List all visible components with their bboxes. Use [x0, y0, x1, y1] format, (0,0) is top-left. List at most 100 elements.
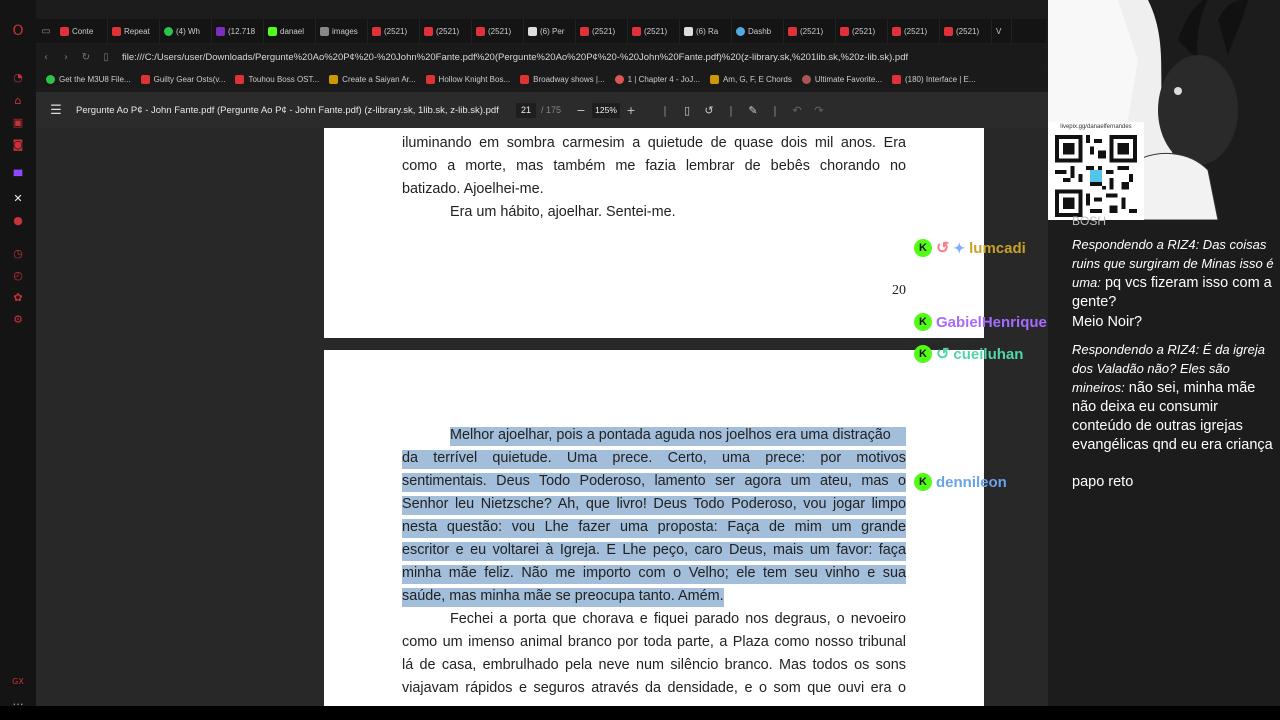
gx-icon[interactable]: GX — [11, 674, 25, 688]
tab[interactable]: Repeat — [108, 19, 160, 43]
page-number: 20 — [892, 283, 906, 298]
pdf-viewport[interactable]: iluminando em sombra carmesim a quietude… — [36, 128, 1048, 706]
bookmark[interactable]: Create a Saiyan Ar... — [329, 74, 416, 84]
tab[interactable]: (2521) — [628, 19, 680, 43]
reply-badge-icon: ↺ — [936, 240, 950, 257]
tab[interactable]: Dashb — [732, 19, 784, 43]
settings-icon[interactable]: ⚙ — [11, 312, 25, 326]
bookmark-label: Broadway shows |... — [533, 74, 605, 84]
redo-icon[interactable]: ↷ — [808, 104, 830, 117]
zoom-in-icon[interactable]: + — [620, 104, 642, 117]
highlighted-line: minha mãe feliz. Não me importo com o Ve… — [402, 562, 906, 586]
bookmark[interactable]: Am, G, F, E Chords — [709, 74, 792, 84]
back-icon[interactable]: ‹ — [36, 52, 56, 63]
messenger-icon[interactable]: ▣ — [11, 115, 25, 129]
bookmark-label: Ultimate Favorite... — [814, 74, 882, 84]
zoom-out-icon[interactable]: − — [570, 104, 592, 117]
tab-label: (6) Per — [540, 26, 565, 36]
bookmark[interactable]: Guilty Gear Osts(v... — [140, 74, 226, 84]
bookmark[interactable]: Ultimate Favorite... — [801, 74, 882, 84]
youtube-icon — [788, 26, 797, 36]
tab-label: (2521) — [956, 26, 980, 36]
highlighted-line: da terrível quietude. Uma prece. Certo, … — [402, 447, 906, 471]
tab[interactable]: (4) Wh — [160, 19, 212, 43]
reload-icon[interactable]: ↻ — [76, 52, 96, 63]
tab[interactable]: (6) Per — [524, 19, 576, 43]
divider: | — [773, 103, 777, 117]
undo-icon[interactable]: ↶ — [786, 104, 808, 117]
tab-label: (2521) — [852, 26, 876, 36]
history-icon[interactable]: ◷ — [11, 246, 25, 260]
tab[interactable]: (2521) — [888, 19, 940, 43]
music-icon[interactable]: ● — [11, 213, 25, 227]
text-line: como a morte, mas também me fazia lembra… — [402, 158, 906, 174]
forward-icon[interactable]: › — [56, 52, 76, 63]
tab-strip: ▭ Conte Repeat (4) Wh (12.718 danael ima… — [36, 19, 1046, 43]
bookmark-icon — [329, 74, 339, 84]
x-icon — [528, 26, 537, 36]
tab[interactable]: (12.718 — [212, 19, 264, 43]
twitch-icon[interactable]: ▀ — [11, 169, 25, 183]
tab[interactable]: (2521) — [368, 19, 420, 43]
bookmark-icon — [891, 74, 901, 84]
bookmark-label: Guilty Gear Osts(v... — [153, 74, 226, 84]
tab[interactable]: (2521) — [472, 19, 524, 43]
page-number-input[interactable]: 21 — [516, 102, 536, 118]
bookmark[interactable]: 1 | Chapter 4 - JoJ... — [614, 74, 700, 84]
tab[interactable]: (2521) — [420, 19, 472, 43]
repeat-icon — [112, 26, 121, 36]
twitch-icon — [216, 26, 225, 36]
x-icon[interactable]: ✕ — [11, 191, 25, 205]
opera-logo-icon[interactable]: O — [11, 23, 25, 39]
tab-label: Repeat — [124, 26, 150, 36]
bookmark[interactable]: Hollow Knight Bos... — [425, 74, 510, 84]
highlighted-line: sentimentais. Deus Todo Poderoso, lament… — [402, 470, 906, 494]
bookmark[interactable]: Touhou Boss OST... — [235, 74, 319, 84]
tab[interactable]: Conte — [56, 19, 108, 43]
chat-user: K ↺ cueiluhan — [914, 344, 1023, 364]
clock-icon[interactable]: ◴ — [11, 268, 25, 282]
tab-label: (4) Wh — [176, 26, 200, 36]
instagram-icon[interactable]: ◙ — [11, 137, 25, 151]
tab-label: (6) Ra — [696, 26, 719, 36]
tab[interactable]: (2521) — [940, 19, 992, 43]
text-line: batizado. Ajoelhei-me. — [402, 181, 544, 197]
kick-badge-icon: K — [914, 313, 932, 331]
tab[interactable]: (6) Ra — [680, 19, 732, 43]
fit-page-icon[interactable]: ▯ — [676, 104, 698, 117]
tab-label: (2521) — [436, 26, 460, 36]
workspace-icon[interactable]: ▭ — [36, 26, 56, 37]
donation-qr-panel: livepix.gg/danaelfernandes — [1048, 122, 1144, 220]
rotate-icon[interactable]: ↺ — [698, 104, 720, 117]
bookmark-label: Create a Saiyan Ar... — [342, 74, 416, 84]
text-line: Fechei a porta que chorava e fiquei para… — [450, 611, 906, 627]
bookmark[interactable]: Broadway shows |... — [520, 74, 605, 84]
highlighted-line: saúde, mas minha mãe se preocupa tanto. … — [402, 585, 724, 609]
tab[interactable]: (2521) — [784, 19, 836, 43]
youtube-icon — [580, 26, 589, 36]
chat-message: papo reto — [1072, 474, 1134, 490]
bookmark[interactable]: (180) Interface | E... — [891, 74, 976, 84]
browser-sidebar: O ◔ ⌂ ▣ ◙ ▀ ✕ ● ◷ ◴ ✿ ⚙ GX … — [0, 0, 36, 720]
kick-badge-icon: K — [914, 473, 932, 491]
aria-icon[interactable]: ◔ — [11, 70, 25, 84]
tab[interactable]: images — [316, 19, 368, 43]
x-icon — [684, 26, 693, 36]
bookmark[interactable]: Get the M3U8 File... — [46, 74, 131, 84]
page-total: / 175 — [541, 105, 562, 115]
bottom-bar — [0, 706, 1280, 720]
tab[interactable]: (2521) — [836, 19, 888, 43]
menu-icon[interactable]: ☰ — [42, 103, 70, 118]
youtube-icon — [892, 26, 901, 36]
tab[interactable]: danael — [264, 19, 316, 43]
divider: | — [729, 103, 733, 117]
tab[interactable]: (2521) — [576, 19, 628, 43]
dashboard-icon — [736, 26, 745, 36]
file-icon — [320, 26, 329, 36]
extensions-icon[interactable]: ✿ — [11, 290, 25, 304]
tab[interactable]: V — [992, 19, 1012, 43]
draw-icon[interactable]: ✎ — [742, 104, 764, 117]
shopping-icon[interactable]: ⌂ — [11, 93, 25, 107]
zoom-input[interactable]: 125% — [592, 102, 621, 118]
url-field[interactable]: file:///C:/Users/user/Downloads/Pergunte… — [122, 52, 908, 63]
